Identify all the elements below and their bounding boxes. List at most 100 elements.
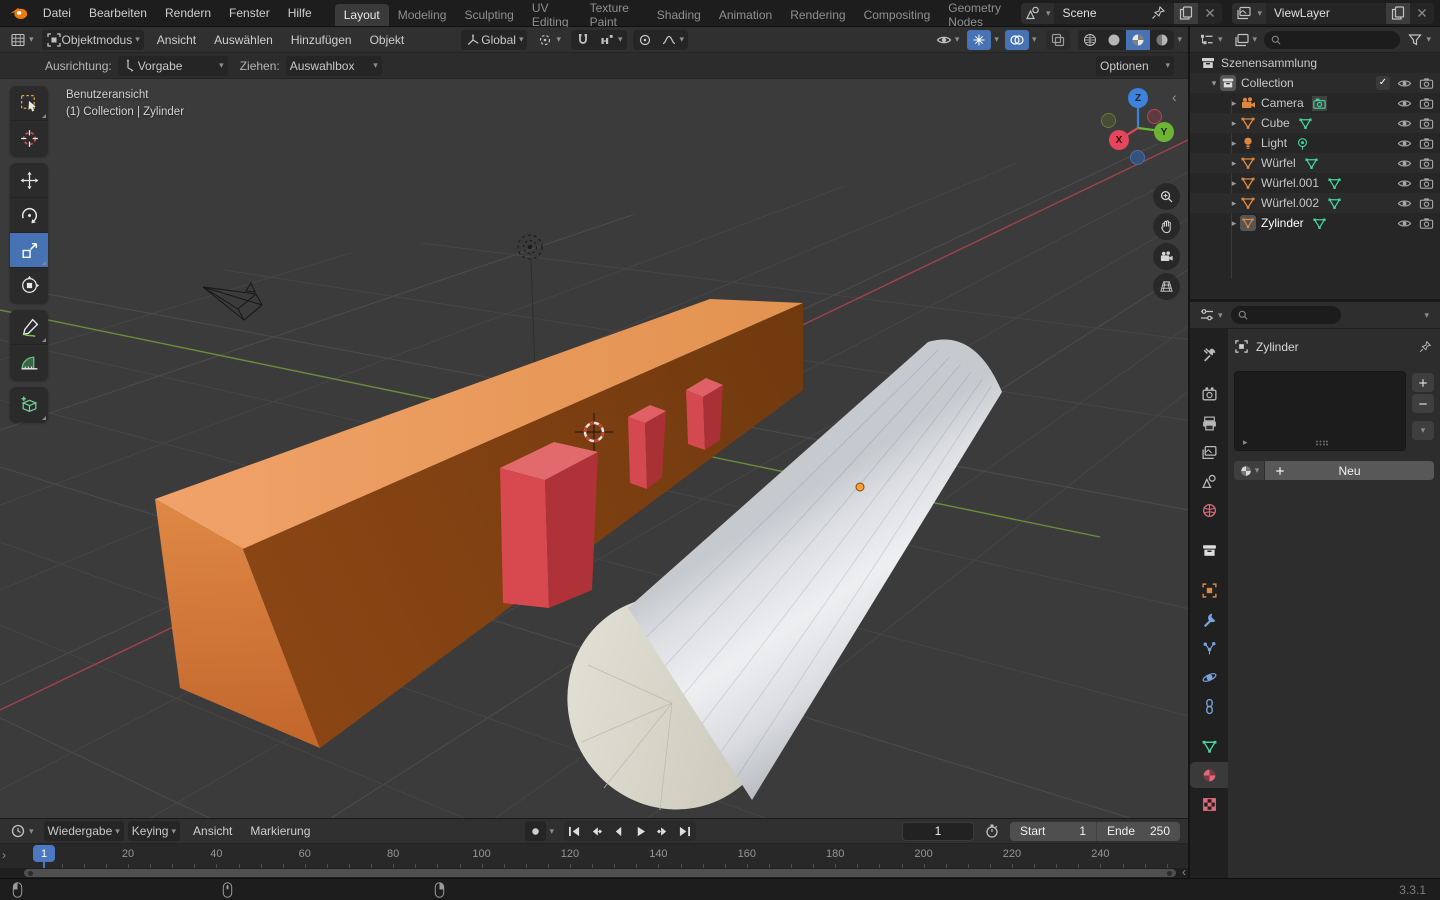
properties-tab-physics[interactable] (1190, 664, 1228, 690)
shading-solid-button[interactable] (1102, 30, 1126, 50)
menu-bearbeiten[interactable]: Bearbeiten (80, 0, 156, 26)
properties-tab-modifiers[interactable] (1190, 606, 1228, 632)
disclosure-arrow[interactable]: ▸ (1228, 198, 1240, 209)
tool-select-box-button[interactable] (10, 86, 48, 121)
gizmo-dropdown[interactable]: ▾ (994, 34, 999, 45)
slot-expand-arrow[interactable]: ▸ (1243, 437, 1248, 448)
pivot-point-selector[interactable]: ▾ (533, 30, 565, 50)
new-viewlayer-button[interactable] (1386, 3, 1410, 24)
tool-move-button[interactable] (10, 163, 48, 198)
render-toggle-camera-icon[interactable] (1419, 136, 1434, 151)
add-slot-button[interactable] (1412, 373, 1434, 392)
hide-toggle-eye-icon[interactable] (1397, 136, 1412, 151)
tool-add-cube-button[interactable] (10, 387, 48, 422)
properties-editor-type-button[interactable]: ▾ (1195, 305, 1227, 325)
camera-view-button[interactable] (1153, 243, 1180, 270)
playhead[interactable]: 1 (33, 845, 55, 862)
outliner-editor-type-button[interactable]: ▾ (1195, 30, 1227, 50)
tab-rendering[interactable]: Rendering (781, 4, 854, 26)
properties-tab-constraints[interactable] (1190, 693, 1228, 719)
remove-slot-button[interactable] (1412, 394, 1434, 413)
menu-hilfe[interactable]: Hilfe (279, 0, 321, 26)
snap-toggle[interactable] (571, 30, 595, 50)
tool-rotate-button[interactable] (10, 198, 48, 233)
tool-measure-button[interactable] (10, 345, 48, 380)
pan-button[interactable] (1153, 213, 1180, 240)
menu-rendern[interactable]: Rendern (156, 0, 220, 26)
remove-viewlayer-button[interactable] (1410, 3, 1434, 24)
overlays-toggle[interactable] (1005, 30, 1029, 50)
properties-tab-tool[interactable] (1190, 341, 1228, 367)
scene-name-field[interactable]: Scene (1054, 5, 1174, 21)
grip-icon[interactable] (1315, 439, 1329, 447)
timeline-scrollbar[interactable] (24, 869, 1176, 877)
menu-fenster[interactable]: Fenster (220, 0, 279, 26)
viewlayer-name-field[interactable]: ViewLayer (1266, 6, 1386, 20)
properties-tab-collection[interactable] (1190, 537, 1228, 563)
gizmo-neg-y-axis[interactable] (1101, 113, 1116, 128)
disclosure-arrow[interactable]: ▸ (1228, 218, 1240, 229)
hide-toggle-eye-icon[interactable] (1397, 196, 1412, 211)
viewlayer-browse-button[interactable]: ▾ (1232, 3, 1266, 24)
outliner-row-würfel-002[interactable]: ▸Würfel.002 (1190, 193, 1440, 213)
timeline-editor-type-button[interactable]: ▾ (6, 821, 38, 841)
tool-transform-button[interactable] (10, 268, 48, 303)
tool-scale-button[interactable] (10, 233, 48, 268)
tab-compositing[interactable]: Compositing (855, 4, 940, 26)
render-toggle-camera-icon[interactable] (1419, 116, 1434, 131)
tab-uv-editing[interactable]: UV Editing (523, 4, 581, 26)
viewport-3d[interactable]: Benutzeransicht (1) Collection | Zylinde… (0, 79, 1188, 818)
transform-orientation-selector[interactable]: Global▾ (461, 30, 527, 50)
gizmo-x-axis[interactable]: X (1109, 130, 1129, 150)
auto-keying-toggle[interactable] (525, 821, 546, 841)
outliner-search-input[interactable] (1264, 31, 1400, 49)
properties-tab-view-layer[interactable] (1190, 439, 1228, 465)
camera-object[interactable] (203, 283, 262, 320)
outliner-row-zylinder[interactable]: ▸Zylinder (1190, 213, 1440, 233)
properties-tab-world[interactable] (1190, 497, 1228, 523)
timeline-menu-ansicht[interactable]: Ansicht (184, 819, 241, 843)
timeline-right-chevron[interactable]: ‹ (1182, 865, 1186, 879)
snap-target-selector[interactable]: ▾ (595, 30, 627, 50)
outliner-display-mode-button[interactable]: ▾ (1230, 30, 1262, 50)
material-slot-list[interactable]: ▸ (1234, 371, 1406, 451)
shading-material-button[interactable] (1126, 30, 1150, 50)
perspective-toggle-button[interactable] (1153, 273, 1180, 300)
shading-wireframe-button[interactable] (1078, 30, 1102, 50)
tool-cursor-3d-button[interactable] (10, 121, 48, 156)
new-material-button[interactable]: Neu (1265, 461, 1434, 480)
scene-browse-button[interactable]: ▾ (1021, 3, 1055, 24)
properties-tab-output[interactable] (1190, 410, 1228, 436)
properties-tab-render[interactable] (1190, 381, 1228, 407)
menu-datei[interactable]: Datei (34, 0, 80, 26)
hide-toggle-eye-icon[interactable] (1397, 156, 1412, 171)
outliner-row-camera[interactable]: ▸Camera (1190, 93, 1440, 113)
properties-tab-data[interactable] (1190, 733, 1228, 759)
tab-animation[interactable]: Animation (710, 4, 781, 26)
pin-icon[interactable] (1418, 340, 1432, 354)
prev-keyframe-button[interactable] (586, 821, 608, 841)
disclosure-arrow[interactable]: ▸ (1228, 158, 1240, 169)
properties-tab-object[interactable] (1190, 577, 1228, 603)
new-scene-button[interactable] (1174, 3, 1198, 24)
properties-tab-scene[interactable] (1190, 468, 1228, 494)
properties-search-input[interactable] (1231, 306, 1341, 324)
start-frame-field[interactable]: Start1 (1010, 822, 1096, 841)
properties-tab-particles[interactable] (1190, 635, 1228, 661)
jump-to-end-button[interactable] (674, 821, 696, 841)
tool-annotate-button[interactable] (10, 310, 48, 345)
properties-tab-texture[interactable] (1190, 791, 1228, 817)
current-frame-field[interactable]: 1 (902, 822, 974, 841)
options-dropdown[interactable]: Optionen▾ (1096, 56, 1174, 76)
shading-dropdown[interactable]: ▾ (1177, 34, 1182, 45)
shading-rendered-button[interactable] (1150, 30, 1174, 50)
visibility-dropdown[interactable]: ▾ (932, 30, 964, 50)
tab-shading[interactable]: Shading (648, 4, 710, 26)
render-toggle-camera-icon[interactable] (1419, 176, 1434, 191)
xray-toggle[interactable] (1046, 30, 1070, 50)
disclosure-arrow[interactable]: ▾ (1208, 78, 1220, 89)
viewport-menu-objekt[interactable]: Objekt (361, 27, 414, 52)
timeline-menu-markierung[interactable]: Markierung (241, 819, 319, 843)
tab-sculpting[interactable]: Sculpting (455, 4, 522, 26)
properties-tab-material[interactable] (1190, 762, 1228, 788)
